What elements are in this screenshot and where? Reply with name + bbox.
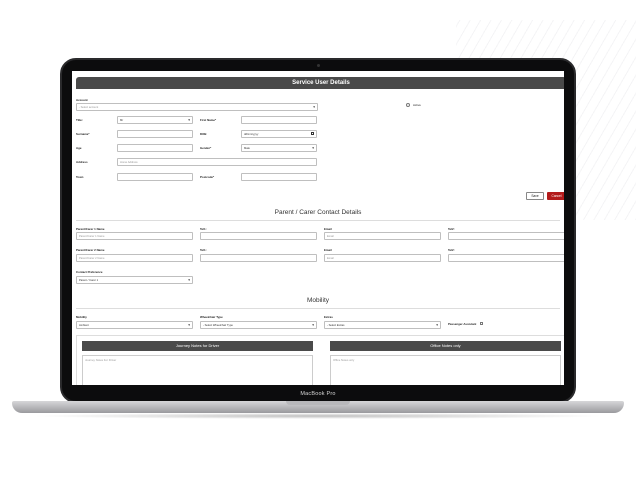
wheelchair-type-label: Wheelchair Type bbox=[200, 315, 223, 319]
address-input[interactable]: Home Address bbox=[117, 158, 317, 166]
active-checkbox[interactable] bbox=[406, 103, 410, 107]
calendar-icon[interactable] bbox=[311, 132, 314, 135]
passenger-assistant-label: Passenger Assistant bbox=[448, 322, 477, 326]
mobility-select[interactable]: Ambient bbox=[76, 321, 193, 329]
gender-label: Gender* bbox=[200, 146, 212, 150]
address-label: Address bbox=[76, 160, 88, 164]
save-button[interactable]: Save bbox=[526, 192, 544, 200]
laptop-notch bbox=[286, 401, 350, 405]
carer2-tel1-label: Tel1: bbox=[200, 248, 207, 252]
mobility-section-title: Mobility bbox=[306, 297, 330, 304]
stage: Service User Details Account - Select ac… bbox=[0, 0, 636, 478]
dob-input[interactable]: dd/mm/yyyy bbox=[241, 130, 317, 138]
carer2-name-input[interactable]: Parent/Carer 2 Name bbox=[76, 254, 193, 262]
mobility-divider bbox=[76, 308, 560, 309]
laptop-base bbox=[12, 401, 624, 413]
first-name-label: First Name* bbox=[200, 118, 217, 122]
cancel-button[interactable]: Cancel bbox=[547, 192, 564, 200]
carer2-tel2-input[interactable] bbox=[448, 254, 564, 262]
driver-notes-title: Journey Notes for Driver bbox=[82, 341, 313, 351]
age-label: Age bbox=[76, 146, 82, 150]
surname-input[interactable] bbox=[117, 130, 193, 138]
passenger-assistant-checkbox[interactable] bbox=[480, 322, 483, 325]
wheelchair-type-select[interactable]: - Select Wheelchair Type bbox=[200, 321, 317, 329]
age-input[interactable] bbox=[117, 144, 193, 152]
first-name-input[interactable] bbox=[241, 116, 317, 124]
title-select[interactable]: Mr bbox=[117, 116, 193, 124]
driver-notes-textarea[interactable]: Journey Notes For Driver bbox=[82, 355, 313, 385]
extras-label: Extras bbox=[324, 315, 333, 319]
contact-preference-select[interactable]: Parent / Carer 1 bbox=[76, 276, 193, 284]
surname-label: Surname* bbox=[76, 132, 90, 136]
contact-preference-label: Contact Preference bbox=[76, 270, 103, 274]
camera-icon bbox=[317, 64, 320, 67]
town-input[interactable] bbox=[117, 173, 193, 181]
account-label: Account bbox=[76, 98, 88, 102]
account-select[interactable]: - Select account bbox=[76, 103, 318, 111]
title-label: Title: bbox=[76, 118, 83, 122]
service-user-form: Service User Details Account - Select ac… bbox=[72, 71, 564, 385]
carer1-tel2-input[interactable] bbox=[448, 232, 564, 240]
town-label: Town bbox=[76, 175, 84, 179]
contacts-divider bbox=[76, 220, 560, 221]
carer2-tel2-label: Tel2: bbox=[448, 248, 455, 252]
laptop-screen: Service User Details Account - Select ac… bbox=[72, 71, 564, 385]
extras-select[interactable]: - Select Extras bbox=[324, 321, 441, 329]
dob-value: dd/mm/yyyy bbox=[244, 133, 259, 136]
dob-label: DOB bbox=[200, 132, 207, 136]
carer1-name-label: Parent/Carer 1 Name bbox=[76, 227, 105, 231]
active-label: Active bbox=[413, 103, 421, 107]
carer1-email-input[interactable]: Email bbox=[324, 232, 441, 240]
contacts-section-title: Parent / Carer Contact Details bbox=[274, 209, 362, 216]
postcode-label: Postcode* bbox=[200, 175, 215, 179]
carer2-email-input[interactable]: Email bbox=[324, 254, 441, 262]
laptop-lid: Service User Details Account - Select ac… bbox=[60, 58, 576, 403]
device-label: MacBook Pro bbox=[300, 391, 336, 397]
carer1-email-label: Email bbox=[324, 227, 332, 231]
postcode-input[interactable] bbox=[241, 173, 317, 181]
office-notes-textarea[interactable]: Office Notes only bbox=[330, 355, 561, 385]
laptop-shadow bbox=[30, 413, 606, 419]
office-notes-title: Office Notes only bbox=[330, 341, 561, 351]
carer2-email-label: Email bbox=[324, 248, 332, 252]
mobility-label: Mobility bbox=[76, 315, 87, 319]
carer2-tel1-input[interactable] bbox=[200, 254, 317, 262]
carer1-tel1-input[interactable] bbox=[200, 232, 317, 240]
carer2-name-label: Parent/Carer 2 Name bbox=[76, 248, 105, 252]
carer1-name-input[interactable]: Parent/Carer 1 Name bbox=[76, 232, 193, 240]
carer1-tel1-label: Tel1: bbox=[200, 227, 207, 231]
carer1-tel2-label: Tel2: bbox=[448, 227, 455, 231]
gender-select[interactable]: Male bbox=[241, 144, 317, 152]
page-title: Service User Details bbox=[76, 77, 564, 89]
